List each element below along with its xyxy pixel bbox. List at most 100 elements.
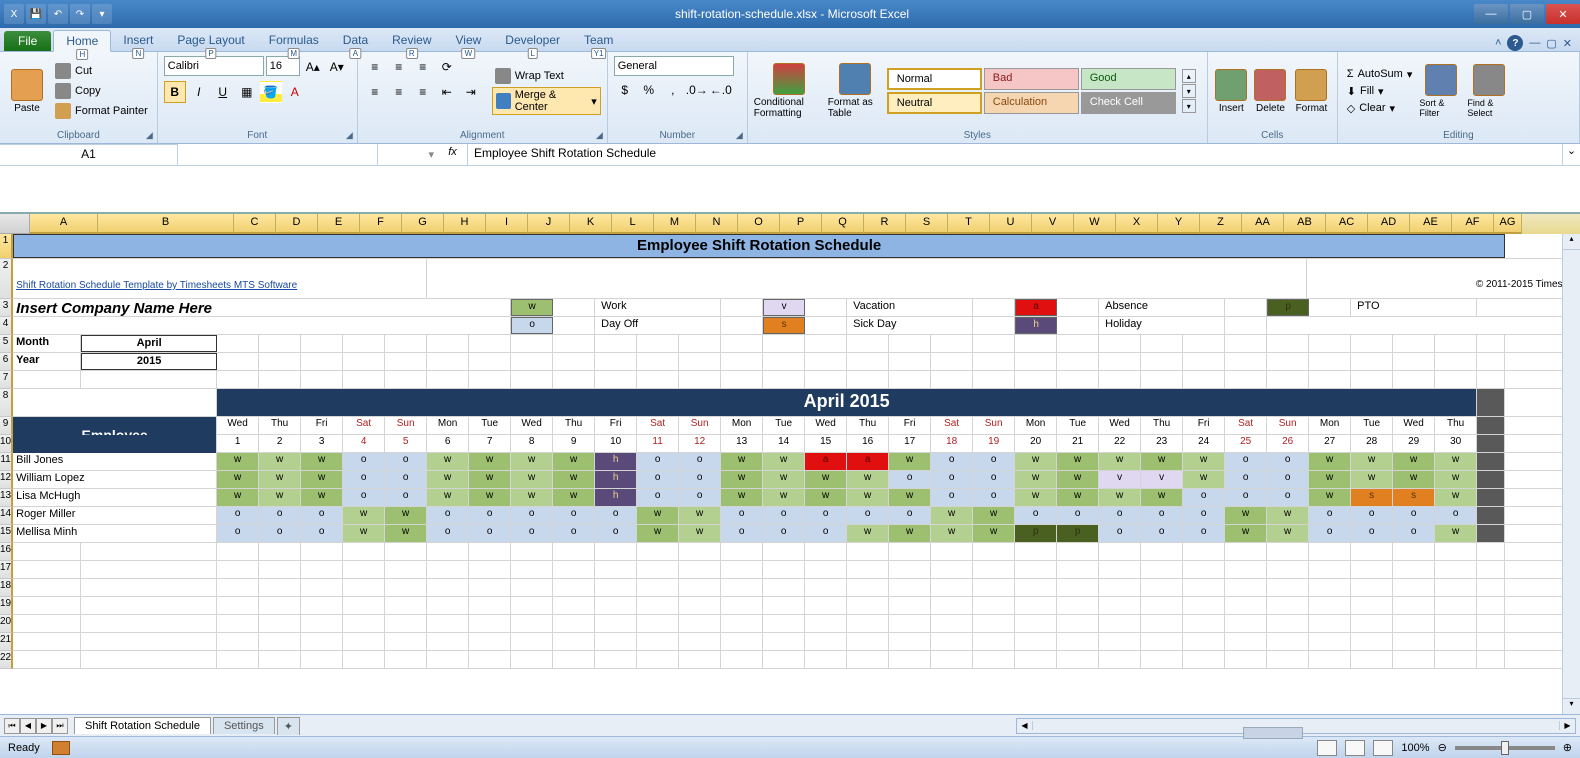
window-close-icon[interactable]: ✕ [1563, 37, 1572, 50]
cell[interactable]: Mon [1309, 417, 1351, 434]
cell[interactable] [1267, 335, 1309, 352]
cell[interactable]: o [553, 525, 595, 542]
cell[interactable] [1141, 579, 1183, 596]
align-right-icon[interactable]: ≡ [412, 81, 434, 103]
dialog-launcher-icon[interactable]: ◢ [146, 130, 153, 141]
cell[interactable] [1435, 597, 1477, 614]
cell[interactable] [889, 651, 931, 668]
cell[interactable]: Wed [1393, 417, 1435, 434]
cell[interactable]: o [1015, 507, 1057, 524]
cell[interactable]: o [259, 507, 301, 524]
cell[interactable] [847, 579, 889, 596]
cell[interactable] [1267, 615, 1309, 632]
cell[interactable]: w [1183, 471, 1225, 488]
cell[interactable] [805, 317, 847, 334]
cell[interactable] [1267, 371, 1309, 388]
cell[interactable]: 8 [511, 435, 553, 452]
cell[interactable] [1477, 525, 1505, 542]
cell[interactable] [679, 615, 721, 632]
cell[interactable]: 2015 [81, 353, 217, 370]
column-header[interactable]: S [906, 214, 948, 234]
cell[interactable] [217, 579, 259, 596]
cell[interactable]: w [259, 471, 301, 488]
scroll-thumb[interactable] [1243, 727, 1303, 739]
cell[interactable] [1477, 353, 1505, 370]
cell[interactable] [427, 353, 469, 370]
cell[interactable]: o [259, 525, 301, 542]
cell[interactable] [973, 597, 1015, 614]
cell[interactable]: William Lopez [13, 471, 217, 488]
cell[interactable]: o [1141, 525, 1183, 542]
cell[interactable] [637, 561, 679, 578]
cell[interactable] [469, 615, 511, 632]
cell[interactable] [217, 543, 259, 560]
cell[interactable] [1477, 579, 1505, 596]
cell[interactable]: o [301, 507, 343, 524]
close-button[interactable]: ✕ [1546, 4, 1580, 24]
page-layout-view-icon[interactable] [1345, 740, 1365, 756]
cell[interactable] [385, 543, 427, 560]
cell[interactable] [553, 317, 595, 334]
cut-button[interactable]: Cut [52, 62, 151, 80]
cell[interactable] [805, 561, 847, 578]
bold-button[interactable]: B [164, 81, 186, 103]
cell[interactable] [595, 633, 637, 650]
cell[interactable]: w [1057, 489, 1099, 506]
cell[interactable]: s [1351, 489, 1393, 506]
column-header[interactable]: D [276, 214, 318, 234]
style-scroll-down-icon[interactable]: ▾ [1182, 84, 1196, 98]
column-header[interactable]: E [318, 214, 360, 234]
align-top-icon[interactable]: ≡ [364, 56, 386, 78]
cell[interactable] [385, 335, 427, 352]
cell[interactable] [259, 651, 301, 668]
column-header[interactable]: X [1116, 214, 1158, 234]
cell[interactable]: Sun [679, 417, 721, 434]
cell[interactable]: Mon [721, 417, 763, 434]
column-header[interactable]: I [486, 214, 528, 234]
cell[interactable] [343, 335, 385, 352]
cell[interactable]: o [1225, 471, 1267, 488]
minimize-button[interactable]: — [1474, 4, 1508, 24]
cell[interactable] [1477, 371, 1505, 388]
cell[interactable]: w [637, 525, 679, 542]
style-scroll-up-icon[interactable]: ▴ [1182, 69, 1196, 83]
cell[interactable]: o [1309, 507, 1351, 524]
cell[interactable] [301, 597, 343, 614]
cell[interactable] [1057, 335, 1099, 352]
cell[interactable]: Sun [385, 417, 427, 434]
cell[interactable]: o [1183, 489, 1225, 506]
cell[interactable] [469, 579, 511, 596]
cell[interactable] [679, 597, 721, 614]
row-header[interactable]: 8 [0, 389, 13, 417]
cell[interactable]: 30 [1435, 435, 1477, 452]
cell[interactable] [1183, 543, 1225, 560]
cell[interactable] [763, 597, 805, 614]
cell[interactable] [301, 633, 343, 650]
cell[interactable]: o [637, 471, 679, 488]
cell[interactable]: o [1225, 489, 1267, 506]
style-bad[interactable]: Bad [984, 68, 1079, 90]
cell[interactable]: w [1393, 471, 1435, 488]
cell[interactable]: w [1309, 489, 1351, 506]
cell[interactable] [1435, 579, 1477, 596]
cell[interactable]: h [1015, 317, 1057, 334]
cell[interactable]: 7 [469, 435, 511, 452]
cell[interactable] [889, 633, 931, 650]
cell[interactable] [427, 543, 469, 560]
cell[interactable] [1267, 597, 1309, 614]
cell[interactable] [1267, 561, 1309, 578]
cell[interactable]: w [259, 453, 301, 470]
cell[interactable] [973, 579, 1015, 596]
cell[interactable]: h [595, 489, 637, 506]
cell[interactable]: w [553, 471, 595, 488]
new-sheet-icon[interactable]: ✦ [277, 717, 300, 735]
cell[interactable]: o [679, 489, 721, 506]
cell[interactable]: 6 [427, 435, 469, 452]
cell[interactable] [931, 597, 973, 614]
align-center-icon[interactable]: ≡ [388, 81, 410, 103]
cell[interactable] [1183, 597, 1225, 614]
cell[interactable] [385, 597, 427, 614]
cell[interactable] [1183, 371, 1225, 388]
cell[interactable] [217, 651, 259, 668]
cell[interactable] [217, 335, 259, 352]
